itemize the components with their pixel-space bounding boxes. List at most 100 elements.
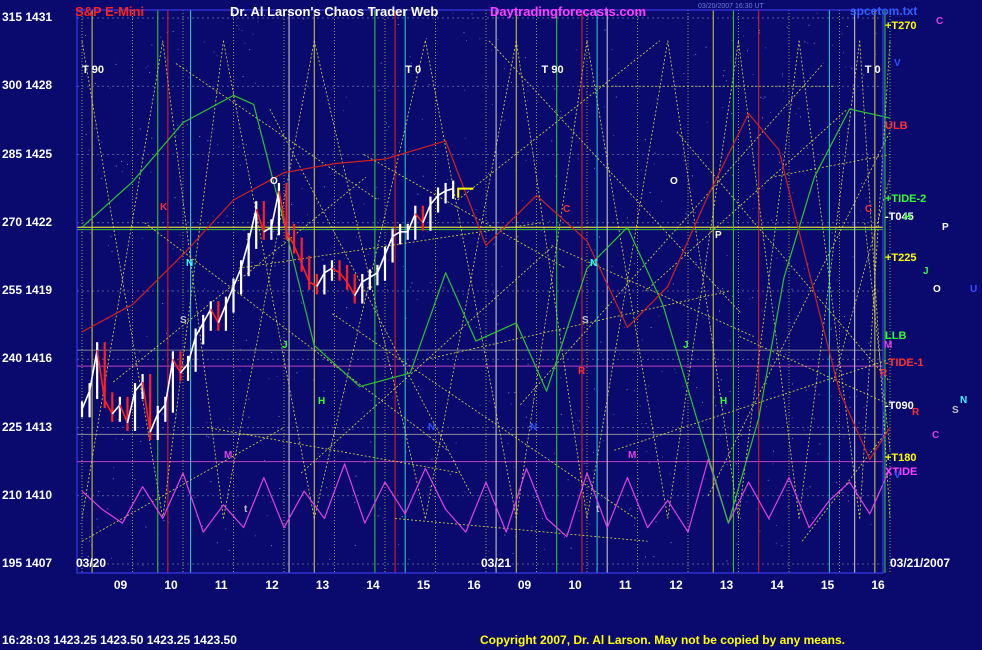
star-dot bbox=[213, 51, 215, 53]
star-dot bbox=[729, 340, 731, 342]
star-dot bbox=[579, 431, 581, 433]
star-dot bbox=[88, 149, 90, 151]
star-dot bbox=[766, 406, 767, 408]
star-dot bbox=[650, 327, 652, 329]
star-dot bbox=[216, 542, 218, 544]
y-tick-label: 285 1425 bbox=[2, 146, 53, 161]
star-dot bbox=[740, 517, 742, 519]
star-dot bbox=[227, 477, 229, 478]
star-dot bbox=[273, 231, 275, 233]
star-dot bbox=[208, 436, 210, 438]
flux-letter: C bbox=[865, 204, 873, 215]
line-label: +T225 bbox=[885, 252, 917, 265]
flux-letter: M bbox=[224, 450, 233, 461]
star-dot bbox=[757, 341, 759, 343]
chart-canvas bbox=[0, 0, 982, 650]
star-dot bbox=[654, 152, 656, 154]
star-dot bbox=[776, 525, 777, 526]
star-dot bbox=[729, 391, 731, 393]
star-dot bbox=[861, 182, 863, 184]
star-dot bbox=[271, 352, 273, 353]
star-dot bbox=[752, 164, 754, 166]
line-label: -T090 bbox=[885, 400, 914, 413]
star-dot bbox=[242, 76, 244, 78]
star-dot bbox=[512, 552, 514, 554]
star-dot bbox=[683, 160, 685, 162]
star-dot bbox=[323, 186, 325, 188]
star-dot bbox=[838, 541, 840, 543]
x-tick-label: 12 bbox=[265, 578, 279, 592]
star-dot bbox=[377, 198, 379, 200]
site-link[interactable]: Daytradingforecasts.com bbox=[490, 4, 646, 19]
y-tick-label: 210 1410 bbox=[2, 487, 53, 502]
star-dot bbox=[805, 389, 807, 391]
star-dot bbox=[479, 38, 481, 40]
x-tick-label: 13 bbox=[315, 578, 330, 592]
star-dot bbox=[655, 521, 657, 523]
star-dot bbox=[363, 203, 365, 205]
star-dot bbox=[427, 435, 429, 437]
star-dot bbox=[291, 203, 292, 205]
star-dot bbox=[574, 412, 576, 414]
star-dot bbox=[752, 297, 753, 299]
star-dot bbox=[210, 481, 212, 483]
star-dot bbox=[145, 526, 147, 528]
star-dot bbox=[455, 442, 457, 444]
star-dot bbox=[380, 62, 382, 64]
star-dot bbox=[849, 406, 851, 408]
star-dot bbox=[812, 517, 814, 519]
star-dot bbox=[150, 171, 152, 173]
star-dot bbox=[108, 244, 109, 246]
star-dot bbox=[291, 335, 293, 337]
star-dot bbox=[174, 197, 176, 199]
star-dot bbox=[564, 536, 565, 538]
star-dot bbox=[194, 497, 196, 499]
star-dot bbox=[837, 400, 839, 402]
star-dot bbox=[766, 180, 768, 182]
star-dot bbox=[798, 108, 800, 109]
star-dot bbox=[378, 90, 380, 92]
star-dot bbox=[375, 187, 377, 188]
star-dot bbox=[800, 116, 801, 118]
star-dot bbox=[653, 163, 655, 165]
star-dot bbox=[541, 518, 543, 520]
star-dot bbox=[588, 406, 590, 408]
star-dot bbox=[236, 25, 238, 26]
star-dot bbox=[96, 518, 98, 520]
star-dot bbox=[868, 342, 870, 344]
star-dot bbox=[789, 322, 791, 324]
star-dot bbox=[122, 171, 124, 172]
star-dot bbox=[809, 108, 811, 110]
star-dot bbox=[553, 452, 555, 454]
star-dot bbox=[735, 220, 737, 222]
star-dot bbox=[377, 515, 379, 517]
flux-letter: N bbox=[960, 395, 968, 406]
star-dot bbox=[594, 249, 596, 251]
star-dot bbox=[276, 375, 278, 377]
star-dot bbox=[430, 282, 432, 284]
star-dot bbox=[449, 474, 451, 475]
star-dot bbox=[786, 26, 788, 28]
x-tick-label: 11 bbox=[618, 578, 632, 592]
star-dot bbox=[863, 407, 865, 408]
star-dot bbox=[239, 164, 241, 166]
star-dot bbox=[504, 534, 506, 536]
star-dot bbox=[257, 20, 259, 22]
star-dot bbox=[206, 422, 208, 424]
star-dot bbox=[402, 265, 404, 267]
star-dot bbox=[452, 12, 454, 14]
star-dot bbox=[146, 336, 148, 337]
line-label: +T270 bbox=[885, 20, 917, 33]
star-dot bbox=[162, 413, 164, 415]
star-dot bbox=[426, 38, 427, 40]
star-dot bbox=[765, 47, 767, 49]
star-dot bbox=[584, 462, 586, 464]
star-dot bbox=[560, 413, 562, 415]
star-dot bbox=[492, 361, 494, 363]
line-label: XTIDE bbox=[885, 466, 918, 478]
star-dot bbox=[479, 404, 481, 406]
star-dot bbox=[807, 147, 809, 149]
star-dot bbox=[255, 82, 256, 84]
last-quote: 16:28:03 1423.25 1423.50 1423.25 1423.50 bbox=[2, 633, 237, 647]
star-dot bbox=[660, 246, 662, 248]
